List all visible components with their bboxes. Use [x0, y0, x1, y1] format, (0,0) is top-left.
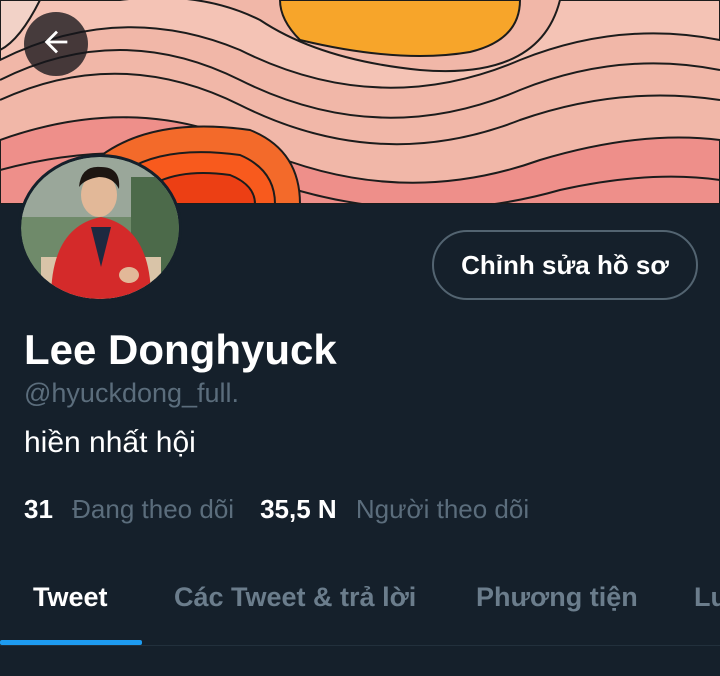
- edit-profile-button[interactable]: Chỉnh sửa hồ sơ: [432, 230, 698, 300]
- back-button[interactable]: [24, 12, 88, 76]
- followers-link[interactable]: 35,5 N Người theo dõi: [260, 494, 529, 525]
- tab-tweets-replies[interactable]: Các Tweet & trả lời: [174, 560, 416, 634]
- following-label: Đang theo dõi: [72, 494, 235, 524]
- profile-bio: hiền nhất hội: [24, 426, 196, 459]
- display-name: Lee Donghyuck: [24, 326, 337, 373]
- tab-tweets[interactable]: Tweet: [33, 560, 108, 634]
- arrow-left-icon: [39, 25, 73, 64]
- tab-likes[interactable]: Lư: [694, 560, 720, 634]
- follow-stats: 31 Đang theo dõi 35,5 N Người theo dõi: [24, 494, 529, 525]
- followers-label: Người theo dõi: [355, 494, 530, 524]
- avatar[interactable]: [18, 154, 182, 302]
- following-count: 31: [24, 494, 53, 524]
- profile-tabs: Tweet Các Tweet & trả lời Phương tiện Lư: [0, 560, 720, 650]
- followers-count: 35,5 N: [260, 494, 337, 524]
- edit-profile-label: Chỉnh sửa hồ sơ: [461, 249, 669, 280]
- tab-media[interactable]: Phương tiện: [476, 560, 638, 634]
- tabs-divider: [0, 645, 720, 646]
- username-handle: @hyuckdong_full.: [24, 378, 240, 408]
- following-link[interactable]: 31 Đang theo dõi: [24, 494, 234, 525]
